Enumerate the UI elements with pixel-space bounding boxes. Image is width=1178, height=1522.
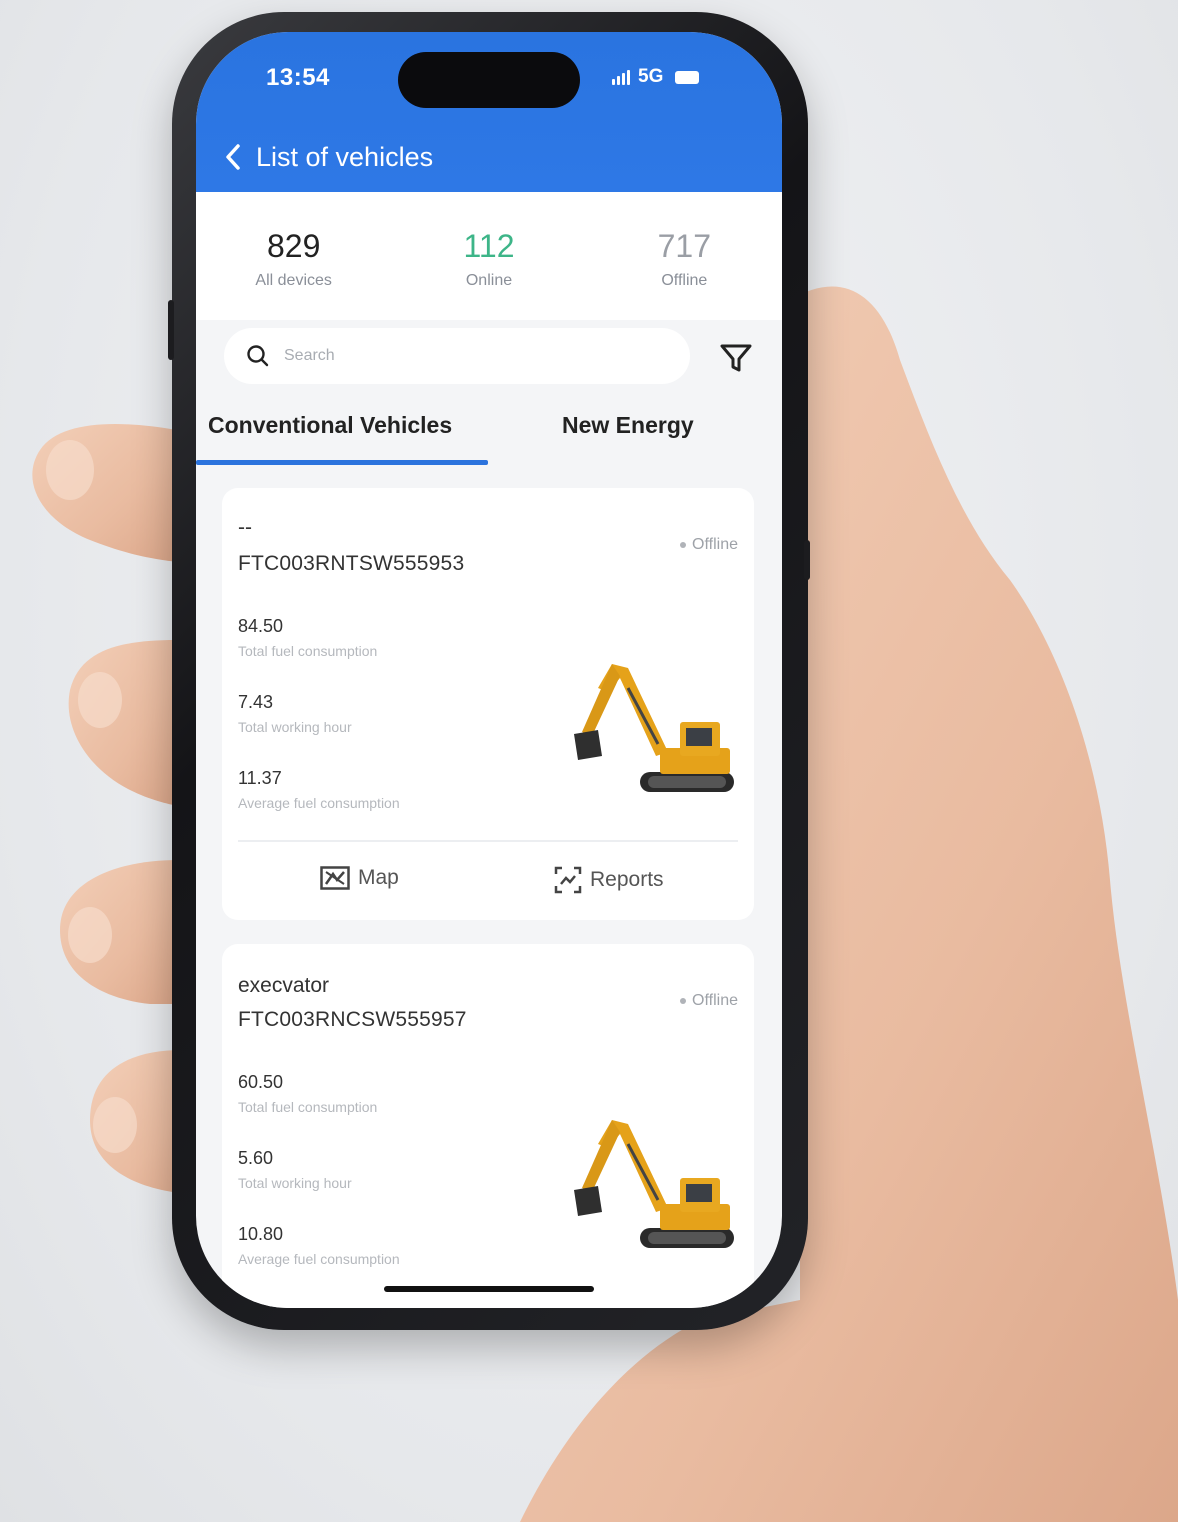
reports-button[interactable]: Reports [554, 866, 664, 894]
metric-total-fuel: 60.50 Total fuel consumption [238, 1072, 377, 1115]
metric-label: Total working hour [238, 1175, 352, 1191]
status-text: Offline [692, 992, 738, 1009]
metric-average-fuel: 10.80 Average fuel consumption [238, 1224, 400, 1267]
battery-icon [675, 70, 700, 84]
search-input[interactable] [284, 347, 664, 365]
excavator-image [574, 664, 734, 792]
excavator-image [574, 1120, 734, 1248]
phone-screen: 13:54 5G List of vehicles 829 All device… [196, 32, 782, 1308]
metric-value: 60.50 [238, 1072, 284, 1092]
home-indicator[interactable] [384, 1286, 594, 1292]
page-title: List of vehicles [256, 142, 434, 172]
metric-label: Average fuel consumption [238, 1251, 400, 1267]
network-label: 5G [638, 66, 664, 87]
reports-label: Reports [590, 868, 664, 891]
metric-value: 5.60 [238, 1148, 274, 1168]
card-divider [238, 840, 738, 842]
filter-icon[interactable] [718, 340, 754, 376]
tab-conventional-vehicles[interactable]: Conventional Vehicles [208, 412, 452, 439]
vehicle-id: FTC003RNTSW555953 [238, 552, 465, 575]
status-text: Offline [692, 536, 738, 553]
search-box[interactable] [224, 328, 690, 384]
signal-icon [612, 69, 630, 85]
vehicle-id: FTC003RNCSW555957 [238, 1008, 467, 1031]
metric-value: 10.80 [238, 1224, 284, 1244]
metric-label: Average fuel consumption [238, 795, 400, 811]
status-indicators: 5G [612, 66, 700, 88]
status-dot-icon [680, 542, 687, 548]
map-label: Map [358, 866, 399, 889]
back-button[interactable] [222, 142, 244, 172]
dynamic-island [398, 52, 580, 108]
stat-offline[interactable]: 717 Offline [587, 192, 782, 320]
metric-label: Total working hour [238, 719, 352, 735]
stat-all-devices[interactable]: 829 All devices [196, 192, 391, 320]
vehicle-card[interactable]: execvator FTC003RNCSW555957 Offline 60.5… [222, 944, 754, 1308]
phone-volume-button [168, 300, 174, 360]
map-icon [320, 866, 350, 890]
stat-value: 717 [657, 228, 712, 264]
vehicle-name: execvator [238, 974, 330, 997]
search-icon [247, 345, 269, 367]
status-dot-icon [680, 998, 687, 1004]
map-button[interactable]: Map [320, 866, 399, 890]
phone-side-button [804, 540, 810, 580]
metric-value: 11.37 [238, 768, 282, 788]
status-time: 13:54 [266, 64, 330, 91]
stat-label: All devices [255, 272, 332, 289]
metric-total-fuel: 84.50 Total fuel consumption [238, 616, 377, 659]
status-badge: Offline [680, 992, 738, 1010]
active-tab-indicator [196, 460, 488, 465]
metric-value: 7.43 [238, 692, 274, 712]
app-header: 13:54 5G List of vehicles [196, 32, 782, 192]
search-row [196, 320, 782, 400]
metric-working-hour: 5.60 Total working hour [238, 1148, 352, 1191]
metric-label: Total fuel consumption [238, 643, 378, 659]
stat-value: 112 [463, 228, 515, 264]
vehicle-card[interactable]: -- FTC003RNTSW555953 Offline 84.50 Total… [222, 488, 754, 920]
stat-label: Online [465, 272, 513, 289]
stat-label: Offline [661, 272, 708, 289]
stat-value: 829 [266, 228, 321, 264]
stat-online[interactable]: 112 Online [391, 192, 586, 320]
category-tabs: Conventional Vehicles New Energy [196, 400, 782, 470]
vehicle-name: -- [238, 516, 252, 539]
status-badge: Offline [680, 536, 738, 554]
metric-average-fuel: 11.37 Average fuel consumption [238, 768, 400, 811]
metric-label: Total fuel consumption [238, 1099, 378, 1115]
device-stats: 829 All devices 112 Online 717 Offline [196, 192, 782, 320]
reports-icon [554, 866, 582, 894]
metric-value: 84.50 [238, 616, 284, 636]
tab-new-energy[interactable]: New Energy [562, 412, 694, 439]
metric-working-hour: 7.43 Total working hour [238, 692, 352, 735]
